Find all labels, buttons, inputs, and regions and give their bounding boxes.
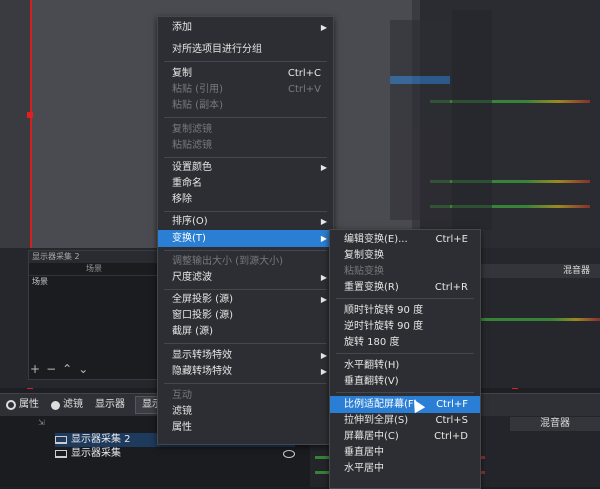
scene-item[interactable]: 场景 (29, 276, 159, 288)
add-icon[interactable]: + (30, 362, 46, 376)
menu-item-rename[interactable]: 重命名 (158, 175, 333, 192)
monitor-icon (55, 436, 67, 444)
menu-item-set-color[interactable]: 设置颜色 ▶ (158, 159, 333, 176)
menu-item-filters[interactable]: 滤镜 (158, 403, 333, 420)
transform-submenu: 编辑变换(E)... Ctrl+E 复制变换 粘贴变换 重置变换(R) Ctrl+R… (329, 229, 481, 489)
menu-item-stretch-to-screen[interactable]: 拉伸到全屏(S) Ctrl+S (330, 412, 480, 429)
chevron-right-icon: ▶ (320, 163, 327, 172)
menu-item-transform[interactable]: 变换(T) ▶ (158, 230, 333, 247)
chevron-right-icon: ▶ (320, 295, 327, 304)
chevron-right-icon: ▶ (320, 367, 327, 376)
mixer-title: 混音器 (510, 417, 600, 431)
menu-item-hide-transition[interactable]: 隐藏转场特效 ▶ (158, 363, 333, 380)
chevron-right-icon: ▶ (320, 234, 327, 243)
menu-item-order[interactable]: 排序(O) ▶ (158, 213, 333, 230)
ghost-menu (452, 10, 492, 230)
menu-item-paste-filters[interactable]: 粘贴滤镜 (158, 137, 333, 154)
menu-item-paste-transform[interactable]: 粘贴变换 (330, 263, 480, 280)
menu-item-fullscreen-projector[interactable]: 全屏投影 (源) ▶ (158, 291, 333, 308)
menu-item-flip-vertical[interactable]: 垂直翻转(V) (330, 373, 480, 390)
menu-item-copy-filters[interactable]: 复制滤镜 (158, 121, 333, 138)
menu-item-scale-filter[interactable]: 尺度滤波 ▶ (158, 269, 333, 286)
menu-item-center-vertical[interactable]: 垂直居中 (330, 444, 480, 461)
menu-item-reset-transform[interactable]: 重置变换(R) Ctrl+R (330, 279, 480, 296)
menu-item-paste-ref[interactable]: 粘贴 (引用) Ctrl+V (158, 81, 333, 98)
menu-item-paste-dup[interactable]: 粘贴 (副本) (158, 97, 333, 114)
source-item[interactable]: 显示器采集 (55, 447, 295, 461)
ghost-menu (390, 20, 450, 220)
scene-toolbar: +−⌃⌄ (30, 362, 94, 376)
scenes-title: 显示器采集 2 (29, 251, 159, 263)
chevron-right-icon: ▶ (320, 23, 327, 32)
down-arrow-icon[interactable]: ⌄ (78, 362, 94, 376)
gear-icon (6, 400, 16, 410)
menu-item-show-transition[interactable]: 显示转场特效 ▶ (158, 347, 333, 364)
menu-item-copy[interactable]: 复制 Ctrl+C (158, 65, 333, 82)
menu-item-fit-to-screen[interactable]: 比例适配屏幕(F) Ctrl+F (330, 396, 480, 413)
menu-item-screenshot[interactable]: 截屏 (源) (158, 323, 333, 340)
menu-item-group[interactable]: 对所选项目进行分组 (158, 41, 333, 58)
chevron-right-icon: ▶ (320, 217, 327, 226)
scenes-panel: 显示器采集 2 场景 场景 (28, 250, 160, 380)
filters-button[interactable]: 滤镜 (45, 395, 89, 415)
menu-item-interact[interactable]: 互动 (158, 387, 333, 404)
menu-item-center-horizontal[interactable]: 水平居中 (330, 460, 480, 477)
filter-icon (51, 400, 60, 410)
pin-icon: ⇲ (38, 418, 45, 427)
menu-item-center-to-screen[interactable]: 屏幕居中(C) Ctrl+D (330, 428, 480, 445)
chevron-right-icon: ▶ (320, 351, 327, 360)
menu-item-resize-output[interactable]: 调整输出大小 (到源大小) (158, 253, 333, 270)
eye-icon[interactable] (283, 450, 295, 458)
menu-item-windowed-projector[interactable]: 窗口投影 (源) (158, 307, 333, 324)
chevron-right-icon: ▶ (320, 273, 327, 282)
menu-item-rotate-cw[interactable]: 顺时针旋转 90 度 (330, 302, 480, 319)
menu-item-edit-transform[interactable]: 编辑变换(E)... Ctrl+E (330, 231, 480, 248)
menu-item-properties[interactable]: 属性 (158, 419, 333, 436)
remove-icon[interactable]: − (46, 362, 62, 376)
menu-item-copy-transform[interactable]: 复制变换 (330, 247, 480, 264)
menu-item-add[interactable]: 添加 ▶ (158, 19, 333, 36)
menu-item-flip-horizontal[interactable]: 水平翻转(H) (330, 357, 480, 374)
monitor-icon (55, 450, 67, 458)
menu-item-remove[interactable]: 移除 (158, 191, 333, 208)
menu-item-rotate-180[interactable]: 旋转 180 度 (330, 334, 480, 351)
context-menu: 添加 ▶ 对所选项目进行分组 复制 Ctrl+C 粘贴 (引用) Ctrl+V 粘贴 … (157, 16, 334, 445)
menu-item-rotate-ccw[interactable]: 逆时针旋转 90 度 (330, 318, 480, 335)
display-label: 显示器 (95, 399, 125, 410)
resize-handle[interactable] (27, 112, 33, 118)
up-arrow-icon[interactable]: ⌃ (62, 362, 78, 376)
scenes-header: 场景 (29, 263, 159, 276)
mixer-header-top: 混音器 (562, 266, 590, 276)
properties-button[interactable]: 属性 (0, 395, 45, 415)
